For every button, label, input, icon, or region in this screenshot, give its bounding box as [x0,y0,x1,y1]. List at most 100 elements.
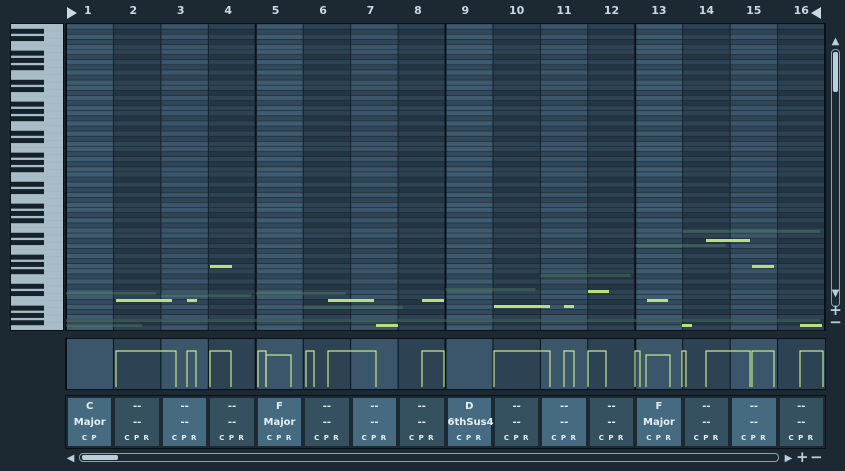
chord-root[interactable]: -- [685,401,728,414]
zoom-out-minus-icon[interactable]: − [829,315,842,330]
bar-number[interactable]: 5 [272,4,280,17]
chord-cell[interactable]: -- -- C P R [542,398,587,446]
chord-type[interactable]: -- [542,417,585,431]
chord-cpr-buttons[interactable]: C P R [400,434,443,442]
chord-root[interactable]: -- [780,401,823,414]
chord-cpr-buttons[interactable]: C P R [590,434,633,442]
black-key[interactable] [11,28,44,34]
bar-number[interactable]: 4 [224,4,232,17]
horizontal-scroll-thumb[interactable] [82,455,118,460]
bar-number[interactable]: 7 [367,4,375,17]
chord-type[interactable]: -- [780,417,823,431]
black-key[interactable] [11,87,44,93]
horizontal-scrollbar[interactable]: ◀ ▶ + − [65,450,845,467]
bar-number[interactable]: 9 [462,4,470,17]
black-key[interactable] [11,312,44,318]
bar-number[interactable]: 13 [651,4,666,17]
chord-type[interactable]: Major [68,417,111,431]
chord-cell[interactable]: -- -- C P R [115,398,160,446]
piano-keyboard[interactable] [10,23,64,331]
chord-root[interactable]: -- [590,401,633,414]
black-key[interactable] [11,283,44,289]
chord-type[interactable]: -- [400,417,443,431]
chord-cpr-buttons[interactable]: C P R [305,434,348,442]
scroll-down-arrow-icon[interactable]: ▼ [830,289,841,299]
chord-type[interactable]: -- [495,417,538,431]
midi-note[interactable] [494,305,550,308]
note-grid[interactable] [65,23,826,331]
chord-cpr-buttons[interactable]: C P R [115,434,158,442]
black-key[interactable] [11,203,44,209]
midi-note[interactable] [588,290,609,293]
black-key[interactable] [11,130,44,136]
bar-ruler[interactable]: 1 2 3 4 5 6 7 8 9 10 11 12 13 14 15 16 [64,2,824,22]
chord-cell[interactable]: F Major C P R [257,398,303,446]
chord-cpr-buttons[interactable]: C P R [780,434,823,442]
chord-root[interactable]: -- [163,401,206,414]
chord-root[interactable]: -- [210,401,253,414]
chord-cell[interactable]: -- -- C P R [779,398,824,446]
black-key[interactable] [11,232,44,238]
chord-root[interactable]: C [68,401,111,414]
vertical-scroll-thumb[interactable] [833,52,838,92]
chord-type[interactable]: Major [637,417,680,431]
chord-cpr-buttons[interactable]: C P R [163,434,206,442]
chord-root[interactable]: -- [305,401,348,414]
black-key[interactable] [11,57,44,63]
midi-note[interactable] [706,239,750,242]
black-key[interactable] [11,291,44,297]
chord-type[interactable]: -- [305,417,348,431]
black-key[interactable] [11,210,44,216]
chord-type[interactable]: -- [210,417,253,431]
black-key[interactable] [11,116,44,122]
chord-cpr-buttons[interactable]: C P R [210,434,253,442]
chord-cpr-buttons[interactable]: C P R [353,434,396,442]
chord-cell[interactable]: -- -- C P R [352,398,398,446]
play-triangle-icon[interactable] [67,7,77,19]
midi-note[interactable] [682,324,692,327]
bar-number[interactable]: 12 [604,4,619,17]
black-key[interactable] [11,181,44,187]
note-grid-canvas[interactable] [66,24,825,330]
midi-note[interactable] [210,265,232,268]
midi-note[interactable] [752,265,774,268]
black-key[interactable] [11,269,44,275]
chord-root[interactable]: -- [353,401,396,414]
chord-cell[interactable]: C Major C P [68,398,113,446]
midi-note[interactable] [564,305,574,308]
chord-root[interactable]: -- [732,401,775,414]
bar-number[interactable]: 1 [84,4,92,17]
midi-note[interactable] [328,299,374,302]
envelope-lane[interactable] [65,338,826,390]
bar-number[interactable]: 10 [509,4,524,17]
black-key[interactable] [11,36,44,42]
chord-cell[interactable]: D 6thSus4 C P R [447,398,494,446]
midi-note[interactable] [800,324,822,327]
chord-type[interactable]: -- [732,417,775,431]
chord-cell[interactable]: -- -- C P R [210,398,255,446]
vertical-scrollbar[interactable]: ▲ ▼ + − [828,23,843,330]
scroll-right-arrow-icon[interactable]: ▶ [783,454,794,464]
chord-cell[interactable]: -- -- C P R [589,398,635,446]
midi-note[interactable] [116,299,172,302]
chord-cell[interactable]: -- -- C P R [684,398,730,446]
midi-note[interactable] [422,299,444,302]
black-key[interactable] [11,189,44,195]
midi-note[interactable] [187,299,197,302]
chord-root[interactable]: F [637,401,680,414]
chord-cpr-buttons[interactable]: C P R [542,434,585,442]
chord-cell[interactable]: -- -- C P R [732,398,777,446]
piano-keys[interactable] [11,24,63,330]
chord-root[interactable]: F [258,401,301,414]
chord-type[interactable]: Major [258,417,301,431]
horizontal-scroll-track[interactable] [79,453,779,462]
zoom-out-minus-icon[interactable]: − [810,450,823,465]
black-key[interactable] [11,50,44,56]
chord-cell[interactable]: F Major C P R [637,398,682,446]
chord-root[interactable]: -- [542,401,585,414]
chord-cell[interactable]: -- -- C P R [494,398,540,446]
bar-number[interactable]: 16 [794,4,809,17]
loop-end-triangle-icon[interactable] [811,7,821,19]
bar-number[interactable]: 2 [129,4,137,17]
scroll-up-arrow-icon[interactable]: ▲ [830,37,841,47]
